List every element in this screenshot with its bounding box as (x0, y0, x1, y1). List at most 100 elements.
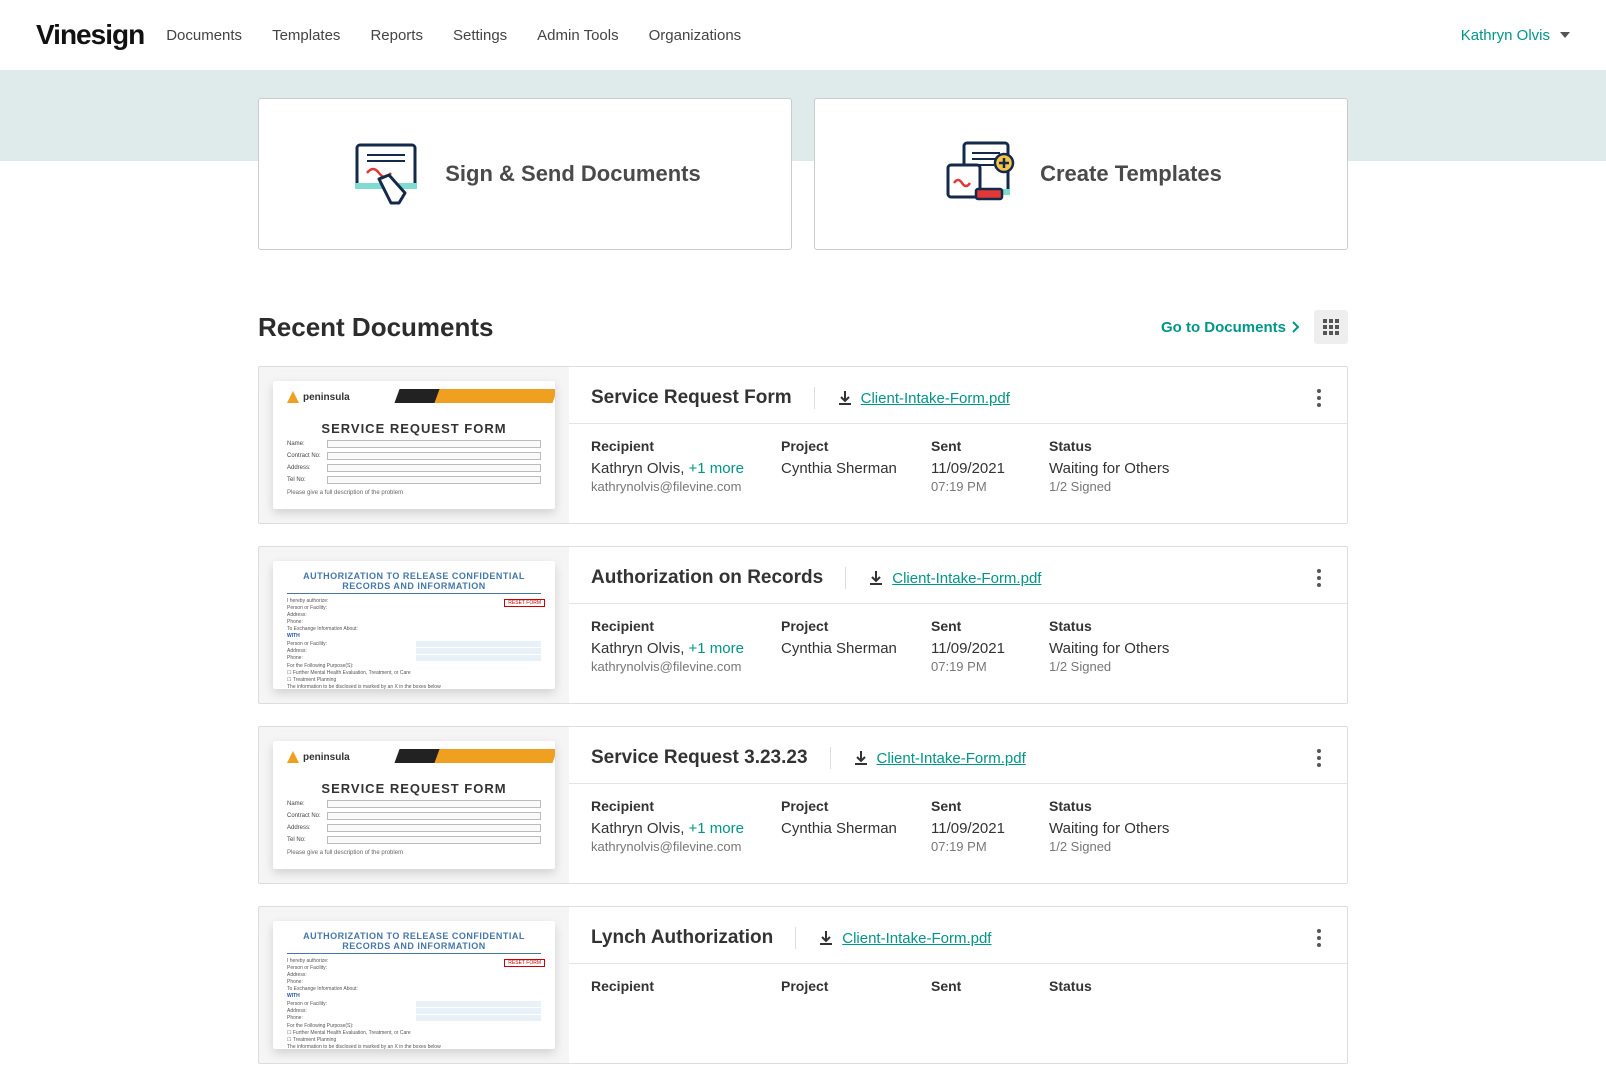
sign-send-card[interactable]: Sign & Send Documents (258, 98, 792, 250)
document-header: Service Request Form Client-Intake-Form.… (569, 385, 1347, 424)
meta-label: Project (781, 618, 931, 634)
document-body: Service Request 3.23.23 Client-Intake-Fo… (569, 727, 1347, 883)
user-menu[interactable]: Kathryn Olvis (1461, 27, 1570, 44)
download-icon (853, 750, 869, 766)
more-menu-icon[interactable] (1313, 925, 1325, 951)
nav-links: Documents Templates Reports Settings Adm… (166, 27, 1461, 44)
document-meta: RecipientProjectSentStatus (569, 964, 1347, 1000)
create-templates-label: Create Templates (1040, 161, 1222, 187)
grid-view-toggle[interactable] (1314, 310, 1348, 344)
document-title: Service Request Form (591, 387, 814, 409)
download-icon (837, 390, 853, 406)
file-link-text[interactable]: Client-Intake-Form.pdf (892, 570, 1041, 587)
document-body: Service Request Form Client-Intake-Form.… (569, 367, 1347, 523)
meta-label: Status (1049, 798, 1169, 814)
meta-project: Project Cynthia Sherman (781, 618, 931, 674)
meta-label: Project (781, 798, 931, 814)
document-thumbnail[interactable]: AUTHORIZATION TO RELEASE CONFIDENTIALREC… (273, 921, 555, 1049)
meta-subvalue: 07:19 PM (931, 839, 1049, 854)
more-recipients-link[interactable]: +1 more (689, 460, 744, 477)
meta-value: 11/09/2021 (931, 460, 1049, 477)
file-download[interactable]: Client-Intake-Form.pdf (868, 570, 1041, 587)
grid-icon (1323, 319, 1339, 335)
document-header: Authorization on Records Client-Intake-F… (569, 565, 1347, 604)
meta-value: 11/09/2021 (931, 640, 1049, 657)
file-link-text[interactable]: Client-Intake-Form.pdf (861, 390, 1010, 407)
more-menu-icon[interactable] (1313, 385, 1325, 411)
meta-sent: Sent11/09/202107:19 PM (931, 798, 1049, 854)
meta-value: Cynthia Sherman (781, 820, 931, 837)
chevron-right-icon (1292, 321, 1300, 333)
sign-document-icon (349, 139, 425, 209)
divider (845, 567, 846, 589)
meta-subvalue: kathrynolvis@filevine.com (591, 839, 781, 854)
divider (814, 387, 815, 409)
more-menu-icon[interactable] (1313, 745, 1325, 771)
meta-project: ProjectCynthia Sherman (781, 438, 931, 494)
meta-label: Status (1049, 978, 1092, 994)
document-thumbnail-wrap: peninsula SERVICE REQUEST FORM Name: Con… (259, 367, 569, 523)
file-link-text[interactable]: Client-Intake-Form.pdf (842, 930, 991, 947)
meta-value: Waiting for Others (1049, 460, 1169, 477)
meta-subvalue: 07:19 PM (931, 659, 1049, 674)
chevron-down-icon (1560, 32, 1570, 38)
document-body: Lynch Authorization Client-Intake-Form.p… (569, 907, 1347, 1063)
go-to-documents-link[interactable]: Go to Documents (1161, 319, 1300, 336)
meta-label: Sent (931, 438, 1049, 454)
more-recipients-link[interactable]: +1 more (689, 640, 744, 657)
nav-organizations[interactable]: Organizations (649, 27, 742, 44)
meta-recipient: RecipientKathryn Olvis, +1 morekathrynol… (591, 618, 781, 674)
document-header: Lynch Authorization Client-Intake-Form.p… (569, 925, 1347, 964)
meta-subvalue: kathrynolvis@filevine.com (591, 479, 781, 494)
meta-value: 11/09/2021 (931, 820, 1049, 837)
divider (830, 747, 831, 769)
meta-recipient: RecipientKathryn Olvis, +1 morekathrynol… (591, 798, 781, 854)
nav-admin-tools[interactable]: Admin Tools (537, 27, 618, 44)
meta-value: Kathryn Olvis, +1 more (591, 640, 781, 657)
document-thumbnail[interactable]: peninsula SERVICE REQUEST FORM Name: Con… (273, 741, 555, 869)
meta-subvalue: 1/2 Signed (1049, 839, 1169, 854)
meta-status: Status Waiting for Others 1/2 Signed (1049, 798, 1169, 854)
meta-value: Cynthia Sherman (781, 640, 931, 657)
nav-templates[interactable]: Templates (272, 27, 340, 44)
file-download[interactable]: Client-Intake-Form.pdf (853, 750, 1026, 767)
document-thumbnail[interactable]: AUTHORIZATION TO RELEASE CONFIDENTIALREC… (273, 561, 555, 689)
nav-documents[interactable]: Documents (166, 27, 242, 44)
divider (795, 927, 796, 949)
file-download[interactable]: Client-Intake-Form.pdf (818, 930, 991, 947)
document-row: AUTHORIZATION TO RELEASE CONFIDENTIALREC… (258, 546, 1348, 704)
more-menu-icon[interactable] (1313, 565, 1325, 591)
file-link-text[interactable]: Client-Intake-Form.pdf (877, 750, 1026, 767)
more-recipients-link[interactable]: +1 more (689, 820, 744, 837)
download-icon (818, 930, 834, 946)
content-area: Recent Documents Go to Documents peninsu… (258, 310, 1348, 1064)
document-thumbnail-wrap: peninsula SERVICE REQUEST FORM Name: Con… (259, 727, 569, 883)
file-download[interactable]: Client-Intake-Form.pdf (837, 390, 1010, 407)
meta-sent: Sent11/09/202107:19 PM (931, 438, 1049, 494)
nav-settings[interactable]: Settings (453, 27, 507, 44)
meta-value: Waiting for Others (1049, 640, 1169, 657)
meta-status: Status (1049, 978, 1092, 1000)
document-thumbnail-wrap: AUTHORIZATION TO RELEASE CONFIDENTIALREC… (259, 547, 569, 703)
meta-value: Kathryn Olvis, +1 more (591, 460, 781, 477)
create-templates-card[interactable]: Create Templates (814, 98, 1348, 250)
document-title: Authorization on Records (591, 567, 845, 589)
download-icon (868, 570, 884, 586)
document-meta: RecipientKathryn Olvis, +1 morekathrynol… (569, 604, 1347, 674)
meta-label: Status (1049, 618, 1169, 634)
meta-recipient: Recipient (591, 978, 781, 1000)
section-header: Recent Documents Go to Documents (258, 310, 1348, 344)
meta-subvalue: 1/2 Signed (1049, 659, 1169, 674)
user-name: Kathryn Olvis (1461, 27, 1550, 44)
meta-subvalue: kathrynolvis@filevine.com (591, 659, 781, 674)
document-meta: RecipientKathryn Olvis, +1 morekathrynol… (569, 784, 1347, 854)
meta-status: StatusWaiting for Others1/2 Signed (1049, 438, 1169, 494)
brand-logo: Vinesign (36, 19, 144, 51)
document-list: peninsula SERVICE REQUEST FORM Name: Con… (258, 366, 1348, 1064)
document-thumbnail[interactable]: peninsula SERVICE REQUEST FORM Name: Con… (273, 381, 555, 509)
nav-reports[interactable]: Reports (370, 27, 423, 44)
document-row: peninsula SERVICE REQUEST FORM Name: Con… (258, 366, 1348, 524)
meta-value: Waiting for Others (1049, 820, 1169, 837)
sign-send-label: Sign & Send Documents (445, 161, 700, 187)
document-meta: RecipientKathryn Olvis, +1 morekathrynol… (569, 424, 1347, 494)
